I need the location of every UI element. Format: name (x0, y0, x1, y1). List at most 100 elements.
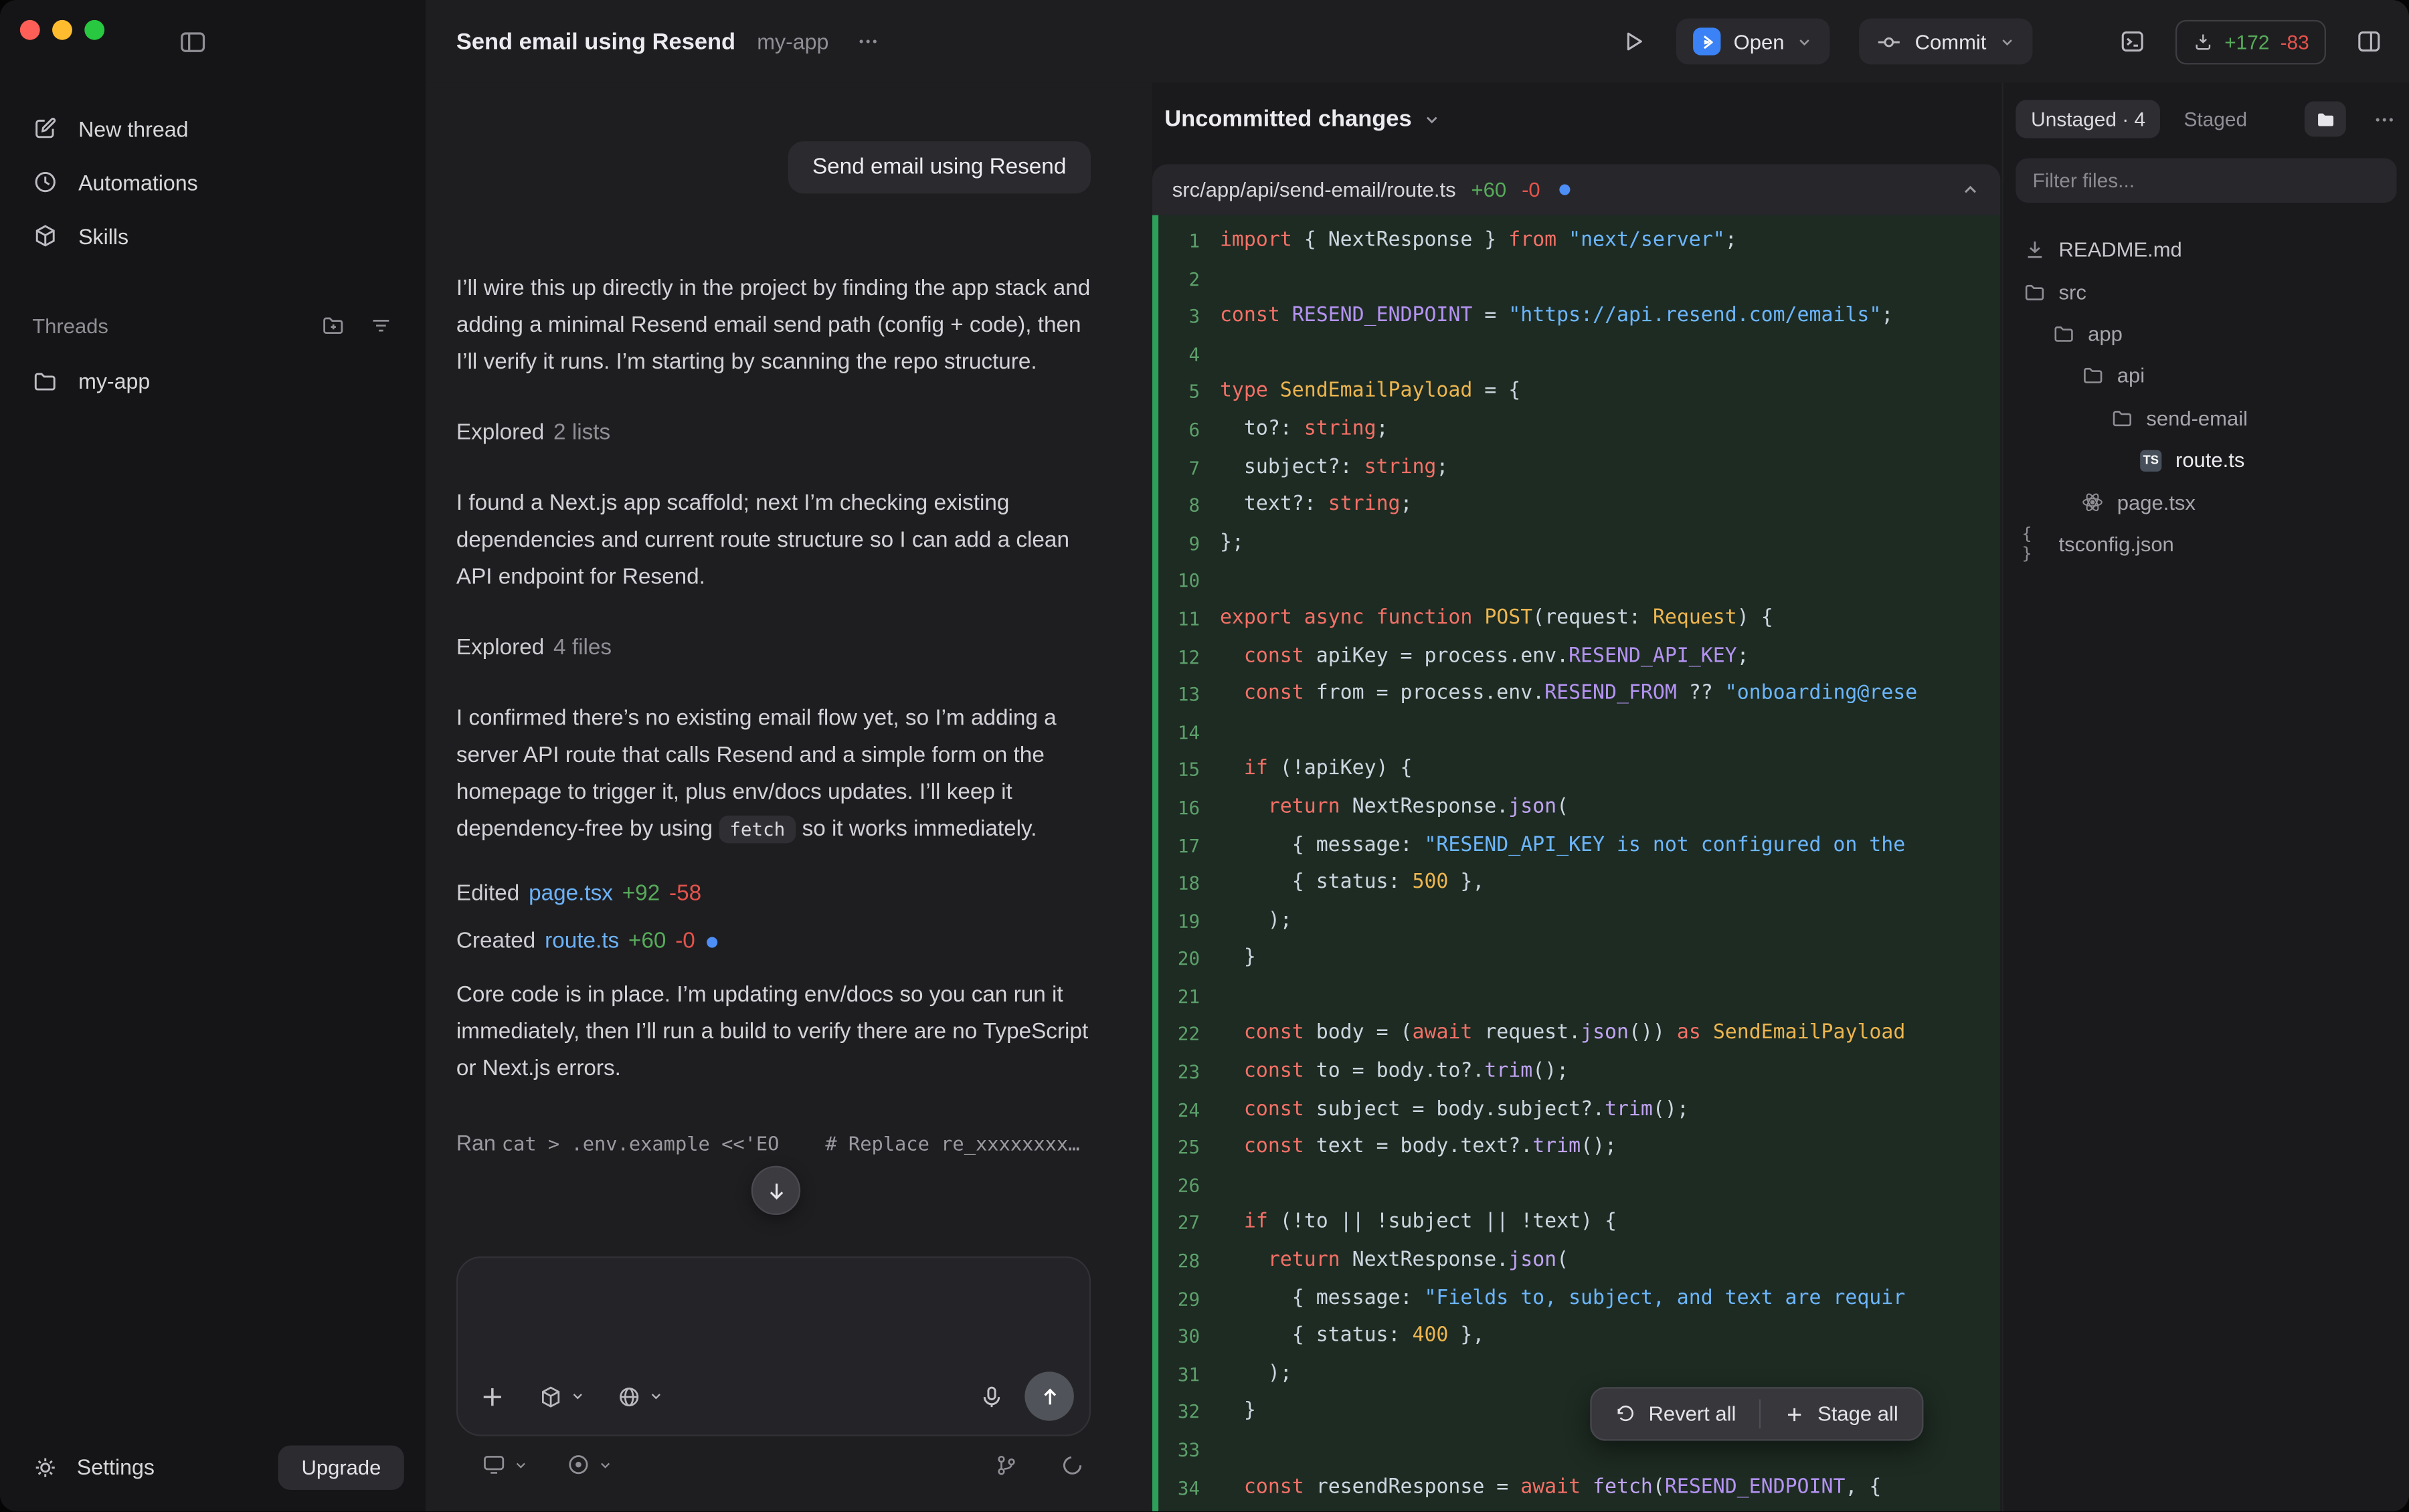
tree-item-api[interactable]: api (2016, 355, 2396, 397)
filter-threads-icon[interactable] (369, 313, 393, 338)
code-text: const subject = body.subject?.trim(); (1220, 1092, 1689, 1129)
code-line: 20 } (1152, 941, 2000, 978)
code-text: type SendEmailPayload = { (1220, 374, 1520, 411)
files-menu-icon[interactable] (2372, 107, 2397, 132)
zoom-window-button[interactable] (84, 20, 104, 40)
changes-icon (2192, 31, 2214, 52)
code-line: 27 if (!to || !subject || !text) { (1152, 1205, 2000, 1242)
clock-icon (32, 169, 58, 195)
mode-selector[interactable] (616, 1383, 664, 1409)
diff-file-header[interactable]: src/app/api/send-email/route.ts +60 -0 (1152, 165, 2000, 215)
sidebar-item-label: Skills (78, 223, 128, 248)
thread-menu-icon[interactable] (857, 29, 881, 54)
code-text: export async function POST(request: Requ… (1220, 601, 1773, 638)
tree-item-README.md[interactable]: README.md (2016, 229, 2396, 271)
code-text: const from = process.env.RESEND_FROM ?? … (1220, 676, 1917, 713)
sidebar: New thread Automations Skills Threads (0, 0, 426, 1511)
tree-item-send-email[interactable]: send-email (2016, 397, 2396, 440)
layout-columns-icon[interactable] (2355, 27, 2383, 55)
line-number: 33 (1152, 1432, 1220, 1469)
tool-call-row[interactable]: Explored4 files (456, 636, 1091, 661)
file-deletions: -0 (1522, 178, 1540, 201)
tree-item-label: route.ts (2175, 449, 2244, 472)
file-additions: +60 (1471, 178, 1507, 201)
code-line: 3const RESEND_ENDPOINT = "https://api.re… (1152, 298, 2000, 336)
chevron-down-icon (1423, 110, 1441, 128)
chat-input[interactable] (458, 1258, 1089, 1353)
total-deletions: -83 (2281, 30, 2309, 53)
line-number: 2 (1152, 260, 1220, 298)
stage-all-button[interactable]: Stage all (1761, 1388, 1921, 1439)
tree-item-tsconfig.json[interactable]: { }tsconfig.json (2016, 523, 2396, 565)
tree-view-toggle[interactable] (2305, 102, 2346, 137)
file-link[interactable]: route.ts (545, 929, 619, 954)
close-window-button[interactable] (20, 20, 40, 40)
tree-item-page.tsx[interactable]: page.tsx (2016, 481, 2396, 523)
tree-item-app[interactable]: app (2016, 313, 2396, 355)
folder-icon (2051, 322, 2076, 345)
commit-button[interactable]: Commit (1860, 19, 2032, 65)
file-additions: +92 (622, 882, 660, 907)
file-link[interactable]: page.tsx (529, 882, 613, 907)
model-selector[interactable] (538, 1383, 586, 1409)
folder-icon (2109, 407, 2134, 430)
code-line: 10 (1152, 563, 2000, 600)
new-folder-icon[interactable] (321, 313, 346, 338)
line-number: 5 (1152, 374, 1220, 411)
usage-ring-icon (1060, 1452, 1085, 1477)
code-line: 29 { message: "Fields to, subject, and t… (1152, 1281, 2000, 1318)
unsaved-dot (707, 936, 718, 947)
assistant-paragraph: I’ll wire this up directly in the projec… (456, 270, 1091, 381)
filter-files-input[interactable] (2016, 158, 2396, 203)
code-line: 1import { NextResponse } from "next/serv… (1152, 223, 2000, 260)
mic-icon[interactable] (978, 1383, 1004, 1409)
upgrade-button[interactable]: Upgrade (278, 1444, 404, 1489)
environment-selector[interactable] (481, 1452, 529, 1478)
settings-button[interactable]: Settings (32, 1454, 155, 1480)
git-branch-icon[interactable] (994, 1452, 1018, 1477)
tree-item-route.ts[interactable]: TSroute.ts (2016, 440, 2396, 482)
git-commit-icon (1876, 28, 1902, 54)
sidebar-item-skills[interactable]: Skills (0, 209, 426, 262)
line-number: 3 (1152, 298, 1220, 336)
code-line: 6 to?: string; (1152, 411, 2000, 449)
thread-title: Send email using Resend (456, 28, 735, 54)
sidebar-thread-my-app[interactable]: my-app (0, 355, 426, 407)
folder-icon (2315, 108, 2336, 130)
tool-call-row[interactable]: Explored2 lists (456, 421, 1091, 446)
uncommitted-changes-header[interactable]: Uncommitted changes (1152, 83, 2002, 149)
changes-badge[interactable]: +172 -83 (2175, 19, 2326, 64)
command-row[interactable]: Ran cat > .env.example <<'EO# Replace re… (456, 1131, 1091, 1155)
file-change-row: Createdroute.ts+60-0 (456, 929, 1091, 954)
code-text: subject?: string; (1220, 450, 1448, 487)
tree-item-src[interactable]: src (2016, 271, 2396, 313)
sidebar-item-automations[interactable]: Automations (0, 155, 426, 209)
line-number: 27 (1152, 1205, 1220, 1242)
revert-all-button[interactable]: Revert all (1592, 1388, 1759, 1439)
code-text: } (1220, 1394, 1256, 1431)
minimize-window-button[interactable] (52, 20, 72, 40)
chevron-up-icon[interactable] (1961, 180, 1981, 200)
code-line: 11export async function POST(request: Re… (1152, 601, 2000, 638)
unstaged-tab[interactable]: Unstaged · 4 (2016, 100, 2161, 138)
line-number: 14 (1152, 714, 1220, 751)
attach-icon[interactable] (478, 1382, 507, 1411)
code-line: 17 { message: "RESEND_API_KEY is not con… (1152, 827, 2000, 864)
file-action: Created (456, 929, 535, 954)
sidebar-toggle-icon[interactable] (178, 27, 207, 57)
staged-tab[interactable]: Staged (2183, 108, 2247, 130)
code-line: 18 { status: 500 }, (1152, 865, 2000, 903)
run-icon[interactable] (1620, 27, 1647, 55)
tree-item-label: api (2117, 365, 2145, 387)
code-text: ); (1220, 903, 1292, 940)
scroll-to-bottom-button[interactable] (751, 1166, 800, 1215)
terminal-panel-icon[interactable] (2119, 27, 2146, 55)
open-button[interactable]: Open (1677, 19, 1831, 65)
filter-files (2016, 158, 2396, 203)
sidebar-item-new-thread[interactable]: New thread (0, 102, 426, 155)
code-text: const resendResponse = await fetch(RESEN… (1220, 1469, 1881, 1507)
send-button[interactable] (1024, 1372, 1073, 1420)
folder-icon (32, 368, 58, 394)
code-text: { message: "Fields to, subject, and text… (1220, 1281, 1905, 1318)
context-selector[interactable] (565, 1452, 613, 1478)
